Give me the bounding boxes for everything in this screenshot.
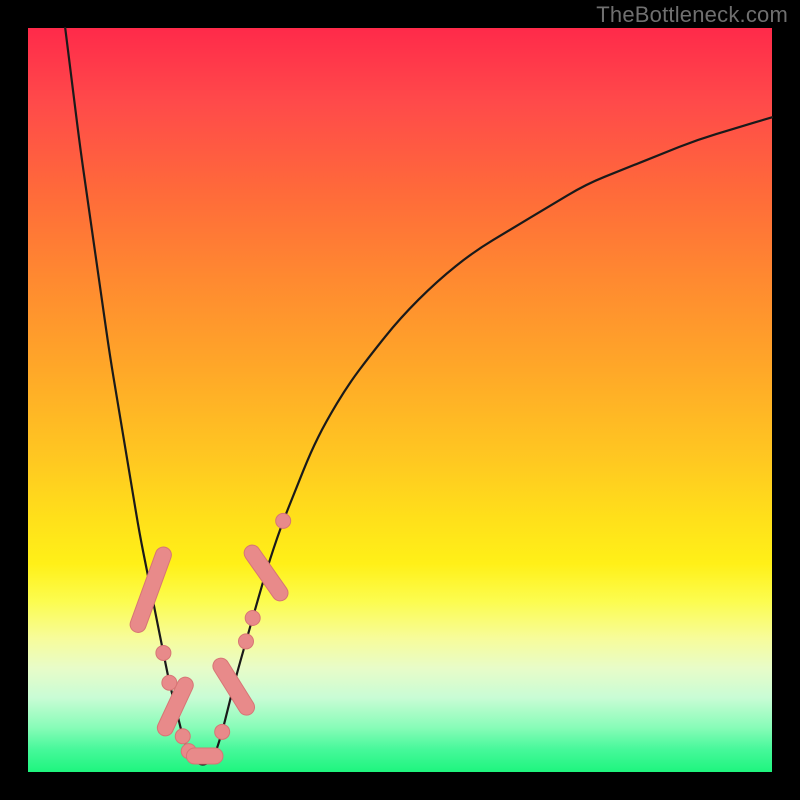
- chart-svg: [28, 28, 772, 772]
- curve-marker-pill: [186, 748, 223, 764]
- curve-markers: [128, 513, 291, 764]
- curve-marker-dot: [215, 724, 230, 739]
- curve-marker-dot: [156, 645, 171, 660]
- curve-marker-dot: [245, 610, 260, 625]
- curve-marker-dot: [175, 729, 190, 744]
- curve-marker-pill: [128, 545, 174, 635]
- curve-marker-dot: [276, 513, 291, 528]
- chart-frame: TheBottleneck.com: [0, 0, 800, 800]
- curve-marker-pill: [241, 542, 291, 604]
- curve-marker-dot: [238, 634, 253, 649]
- curve-marker-pill: [210, 655, 258, 718]
- plot-area: [28, 28, 772, 772]
- watermark-text: TheBottleneck.com: [596, 2, 788, 28]
